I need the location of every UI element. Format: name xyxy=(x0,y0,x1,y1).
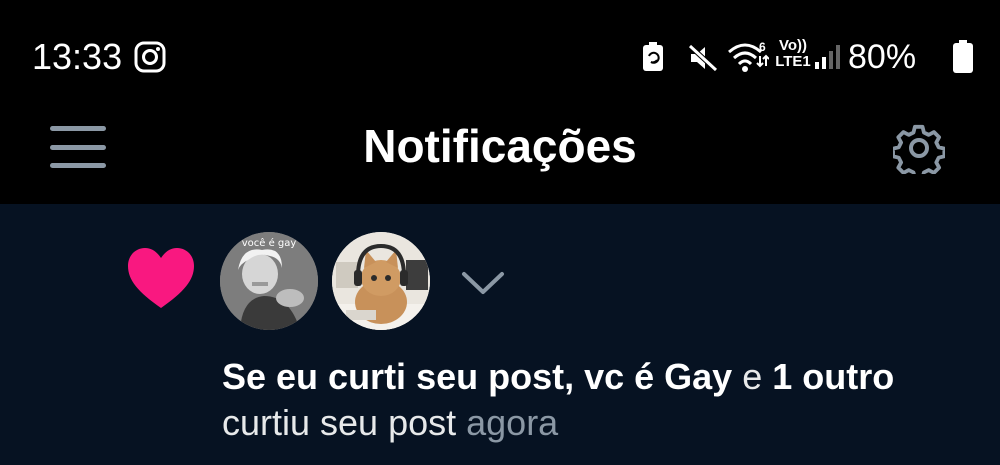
app-header: Notificações xyxy=(0,110,1000,204)
battery-icon xyxy=(953,40,973,73)
avatar[interactable]: você é gay xyxy=(220,232,318,330)
status-bar: 13:33 6 Vo)) LTE1 80% xyxy=(0,0,1000,110)
others-count[interactable]: 1 outro xyxy=(772,356,894,397)
network-label: Vo)) LTE1 xyxy=(775,37,811,70)
instagram-icon xyxy=(134,41,166,73)
wifi-6-icon: 6 xyxy=(728,40,769,72)
heart-icon xyxy=(128,248,194,308)
connector-text: e xyxy=(732,356,773,397)
svg-text:6: 6 xyxy=(759,40,766,54)
mute-icon xyxy=(688,44,718,72)
avatar[interactable] xyxy=(332,232,430,330)
battery-percentage: 80% xyxy=(848,38,917,76)
signal-icon xyxy=(815,45,840,69)
page-title: Notificações xyxy=(363,120,637,172)
actor-name[interactable]: Se eu curti seu post, vc é Gay xyxy=(222,356,732,397)
notification-time: agora xyxy=(466,402,559,443)
chevron-down-icon[interactable] xyxy=(460,268,506,298)
action-text: curtiu seu post xyxy=(222,402,467,443)
avatar-image xyxy=(332,232,430,330)
notification-text: Se eu curti seu post, vc é Gay e 1 outro… xyxy=(222,354,942,446)
notification-item[interactable]: você é gay Se eu curti seu post, vc é Ga… xyxy=(0,204,1000,465)
avatar-caption: você é gay xyxy=(241,238,297,249)
battery-saver-icon xyxy=(643,42,663,71)
gear-icon[interactable] xyxy=(893,122,945,174)
status-time: 13:33 xyxy=(32,36,123,77)
